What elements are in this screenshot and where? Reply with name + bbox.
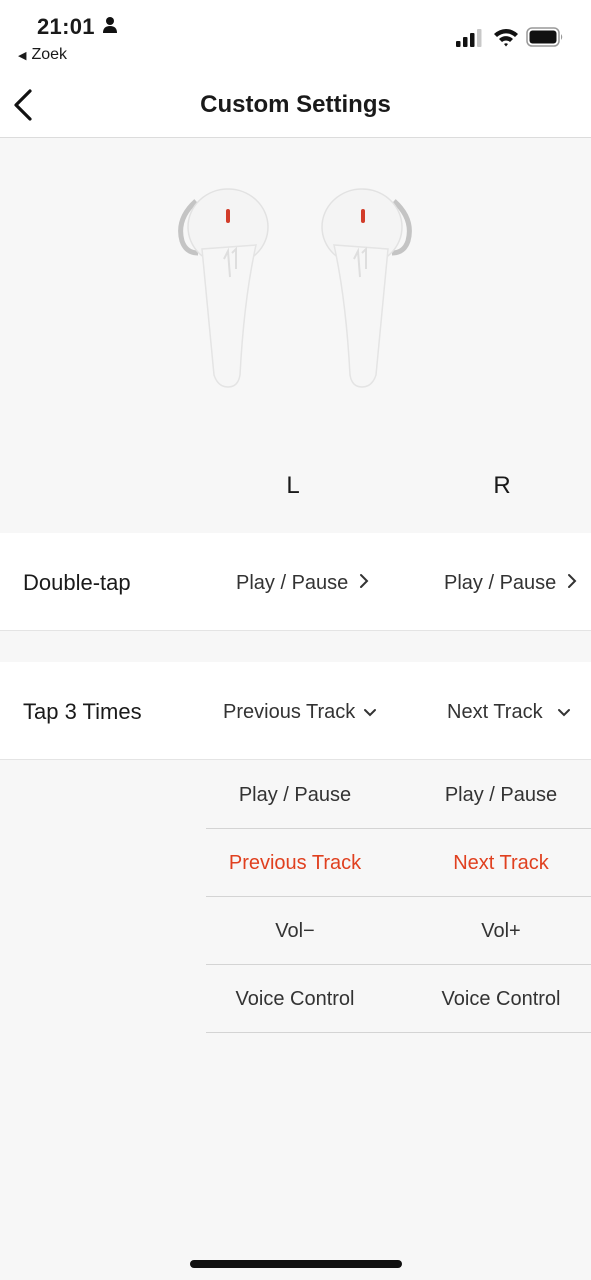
tap-three-times-label: Tap 3 Times	[23, 699, 142, 724]
double-tap-row: Double-tap Play / Pause Play / Pause	[0, 533, 591, 631]
status-bar: 21:01 ◀ Zoek	[0, 0, 591, 72]
left-option[interactable]: Voice Control	[200, 965, 390, 1033]
option-row: Vol− Vol+	[206, 897, 591, 965]
chevron-right-icon	[567, 572, 577, 595]
tap-three-right-value: Next Track	[447, 701, 543, 723]
back-triangle-icon: ◀	[18, 49, 27, 62]
tap-three-options-list: Play / Pause Play / Pause Previous Track…	[206, 761, 591, 1033]
chevron-right-icon	[359, 572, 369, 595]
right-earbud-image	[314, 179, 418, 396]
nav-bar: Custom Settings	[0, 72, 591, 138]
double-tap-left-select[interactable]: Play / Pause	[236, 572, 369, 595]
left-label: L	[286, 472, 300, 499]
left-option[interactable]: Vol−	[200, 897, 390, 965]
tap-three-left-select[interactable]: Previous Track	[223, 701, 377, 724]
left-option[interactable]: Play / Pause	[200, 761, 390, 829]
left-option-selected[interactable]: Previous Track	[200, 829, 390, 897]
option-row: Previous Track Next Track	[206, 829, 591, 897]
page-title: Custom Settings	[200, 91, 391, 118]
back-to-app-link[interactable]: ◀ Zoek	[18, 46, 67, 64]
double-tap-label: Double-tap	[23, 570, 131, 595]
option-row: Voice Control Voice Control	[206, 965, 591, 1033]
wifi-icon	[493, 27, 519, 52]
back-app-label: Zoek	[31, 46, 68, 63]
home-indicator[interactable]	[190, 1260, 402, 1268]
right-option-selected[interactable]: Next Track	[406, 829, 591, 897]
double-tap-right-select[interactable]: Play / Pause	[444, 572, 577, 595]
right-label: R	[493, 472, 511, 499]
left-earbud-image	[172, 179, 276, 396]
signal-icon	[456, 29, 482, 52]
tap-three-left-value: Previous Track	[223, 701, 356, 723]
right-option[interactable]: Vol+	[406, 897, 591, 965]
right-option[interactable]: Voice Control	[406, 965, 591, 1033]
tap-three-right-select[interactable]: Next Track	[447, 701, 571, 724]
tap-three-times-row: Tap 3 Times Previous Track Next Track	[0, 662, 591, 760]
double-tap-right-value: Play / Pause	[444, 572, 557, 594]
chevron-down-icon	[557, 701, 571, 724]
person-icon	[102, 16, 118, 39]
option-row: Play / Pause Play / Pause	[206, 761, 591, 829]
double-tap-left-value: Play / Pause	[236, 572, 349, 594]
battery-icon	[526, 27, 564, 52]
chevron-down-icon	[363, 701, 377, 724]
right-option[interactable]: Play / Pause	[406, 761, 591, 829]
earbuds-section: L R	[0, 139, 591, 533]
status-time: 21:01	[37, 14, 95, 39]
